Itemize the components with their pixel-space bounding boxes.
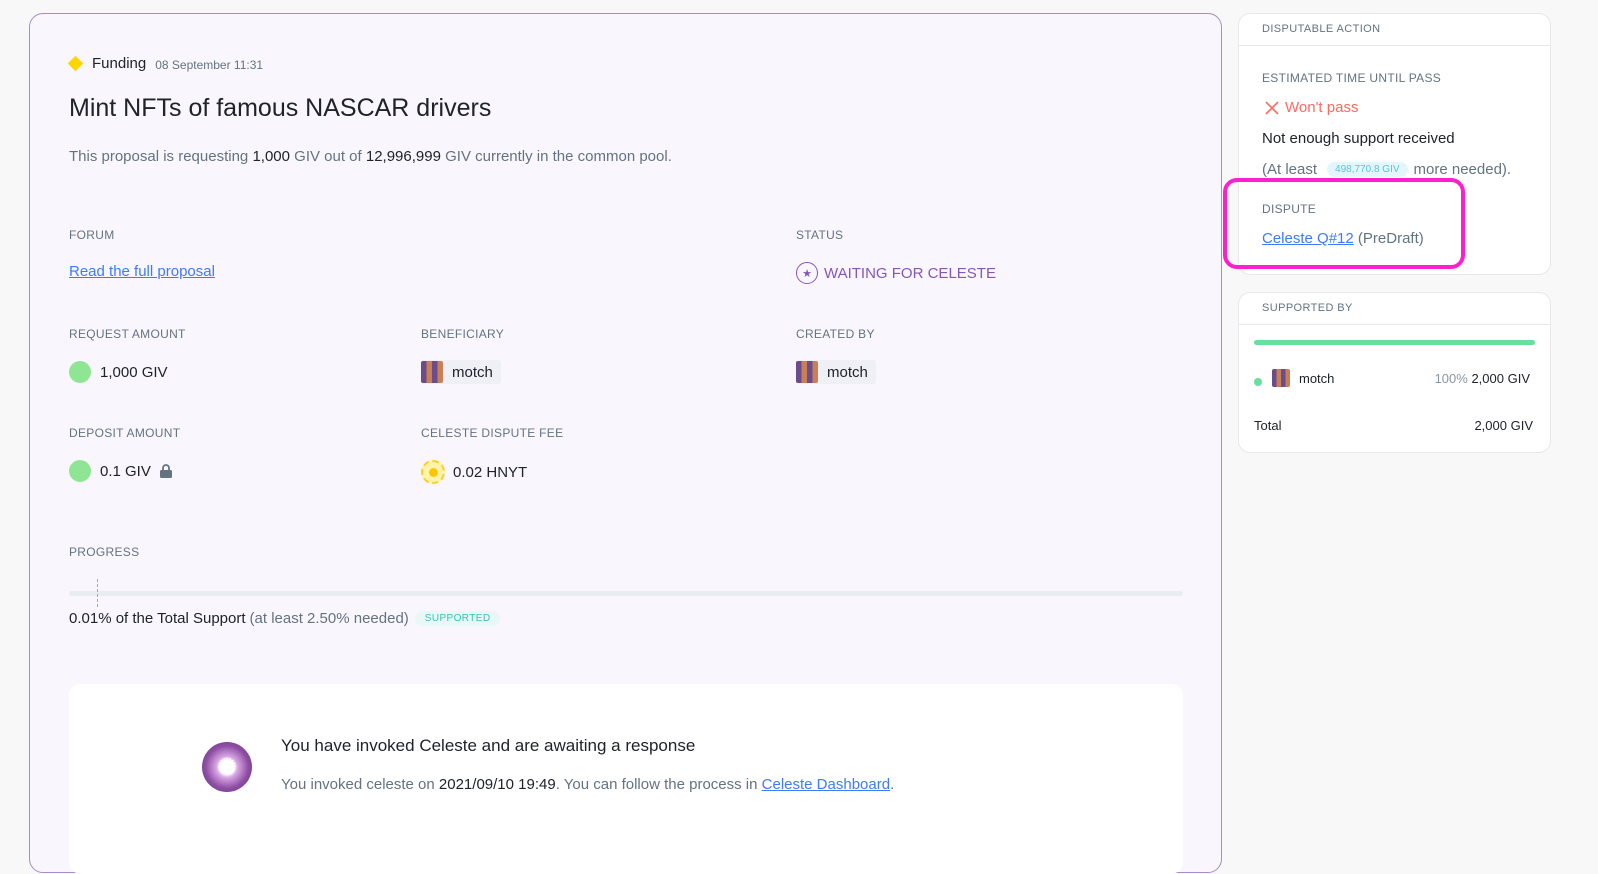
celeste-fee-value: 0.02 HNYT (453, 463, 528, 481)
estimated-time-label: ESTIMATED TIME UNTIL PASS (1262, 71, 1442, 85)
info-sub-suffix: . (890, 776, 895, 793)
beneficiary-label: BENEFICIARY (421, 327, 505, 341)
desc-prefix: This proposal is requesting (69, 148, 253, 165)
avatar (796, 361, 818, 383)
forum-label: FORUM (69, 228, 115, 242)
progress-label: PROGRESS (69, 545, 140, 559)
progress-value: 0.01% of the Total Support (69, 610, 246, 627)
created-by-label: CREATED BY (796, 327, 875, 341)
disputable-action-header: DISPUTABLE ACTION (1239, 14, 1550, 46)
at-least-suffix: more needed). (1413, 161, 1512, 178)
dispute-highlight-box (1223, 178, 1465, 269)
proposal-title: Mint NFTs of famous NASCAR drivers (69, 94, 492, 122)
supporter-percent: 100% (1434, 371, 1468, 386)
giv-token-icon (69, 460, 91, 482)
created-by[interactable]: motch (796, 360, 876, 384)
desc-mid: GIV out of (289, 148, 366, 165)
info-sub-prefix: You invoked celeste on (281, 776, 439, 793)
close-icon (1265, 100, 1279, 115)
celeste-info-card: ✺ You have invoked Celeste and are await… (69, 684, 1183, 874)
proposal-card: Funding 08 September 11:31 Mint NFTs of … (29, 13, 1222, 874)
diamond-icon (67, 55, 84, 72)
supported-by-header: SUPPORTED BY (1239, 293, 1550, 325)
info-sub-date: 2021/09/10 19:49 (438, 776, 556, 793)
supporter-name: motch (1299, 370, 1335, 386)
desc-pool: 12,996,999 (365, 148, 441, 165)
supported-by-card: SUPPORTED BY motch 100% 2,000 GIV Total … (1238, 292, 1551, 453)
read-full-proposal-link[interactable]: Read the full proposal (69, 263, 215, 280)
proposal-type: Funding (92, 55, 147, 72)
celeste-star-icon: ★ (796, 262, 818, 284)
status-text: WAITING FOR CELESTE (824, 264, 996, 282)
giv-token-icon (69, 361, 91, 383)
supporter-amount: 2,000 GIV (1471, 371, 1530, 386)
beneficiary-identity[interactable]: motch (421, 360, 501, 384)
progress-bar (69, 591, 1183, 596)
deposit-amount: 0.1 GIV (69, 460, 174, 482)
more-needed-line: (At least 498,770.8 GIV more needed). (1262, 161, 1511, 178)
desc-amount: 1,000 (252, 148, 290, 165)
hnyt-token-icon (421, 460, 445, 484)
supporter-identity[interactable]: motch (1272, 369, 1334, 387)
celeste-dashboard-link[interactable]: Celeste Dashboard (762, 776, 890, 793)
total-label: Total (1254, 418, 1282, 433)
request-amount: 1,000 GIV (69, 361, 168, 383)
avatar (421, 361, 443, 383)
celeste-fee-label: CELESTE DISPUTE FEE (421, 426, 564, 440)
beneficiary-name: motch (452, 363, 493, 381)
deposit-amount-label: DEPOSIT AMOUNT (69, 426, 181, 440)
supported-badge: SUPPORTED (414, 611, 501, 626)
celeste-info-title: You have invoked Celeste and are awaitin… (281, 736, 696, 755)
celeste-info-subtitle: You invoked celeste on 2021/09/10 19:49.… (281, 776, 894, 793)
avatar (1272, 369, 1290, 387)
request-amount-label: REQUEST AMOUNT (69, 327, 186, 341)
progress-needed: (at least 2.50% needed) (249, 610, 409, 627)
support-distribution-bar (1254, 340, 1535, 345)
wont-pass-status: Won't pass (1265, 99, 1358, 116)
creator-identity[interactable]: motch (796, 360, 876, 384)
supporter-color-dot (1254, 378, 1262, 386)
total-value: 2,000 GIV (1474, 418, 1533, 433)
deposit-amount-value: 0.1 GIV (100, 462, 151, 480)
at-least-prefix: (At least (1262, 161, 1318, 178)
request-amount-value: 1,000 GIV (100, 363, 168, 381)
status-value: ★ WAITING FOR CELESTE (796, 262, 996, 284)
info-sub-mid: . You can follow the process in (555, 776, 762, 793)
status-label: STATUS (796, 228, 844, 242)
proposal-description: This proposal is requesting 1,000 GIV ou… (69, 148, 672, 165)
wont-pass-text: Won't pass (1285, 99, 1359, 116)
celeste-fee: 0.02 HNYT (421, 460, 527, 484)
beneficiary[interactable]: motch (421, 360, 501, 384)
celeste-icon: ✺ (202, 742, 252, 792)
not-enough-support: Not enough support received (1262, 130, 1455, 147)
progress-summary: 0.01% of the Total Support (at least 2.5… (69, 610, 501, 627)
proposal-date: 08 September 11:31 (155, 57, 264, 72)
progress-threshold-marker (97, 579, 98, 607)
desc-suffix: GIV currently in the common pool. (440, 148, 672, 165)
lock-icon (159, 464, 172, 478)
needed-amount-badge: 498,770.8 GIV (1327, 162, 1408, 177)
creator-name: motch (827, 363, 868, 381)
proposal-type-row: Funding 08 September 11:31 (67, 55, 264, 72)
supporter-stake: 100% 2,000 GIV (1435, 371, 1530, 386)
